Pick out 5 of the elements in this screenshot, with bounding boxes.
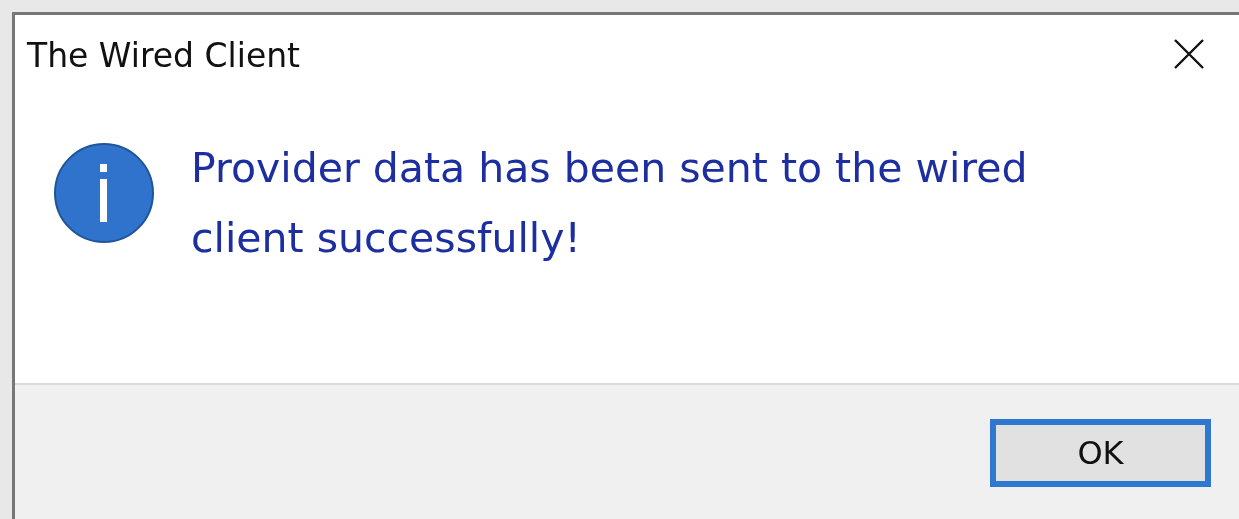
ok-button[interactable]: OK <box>990 419 1211 487</box>
window-title: The Wired Client <box>27 35 301 75</box>
close-icon[interactable] <box>1173 38 1205 70</box>
message-text: Provider data has been sent to the wired client successfully! <box>191 143 1029 264</box>
info-icon <box>53 142 155 244</box>
